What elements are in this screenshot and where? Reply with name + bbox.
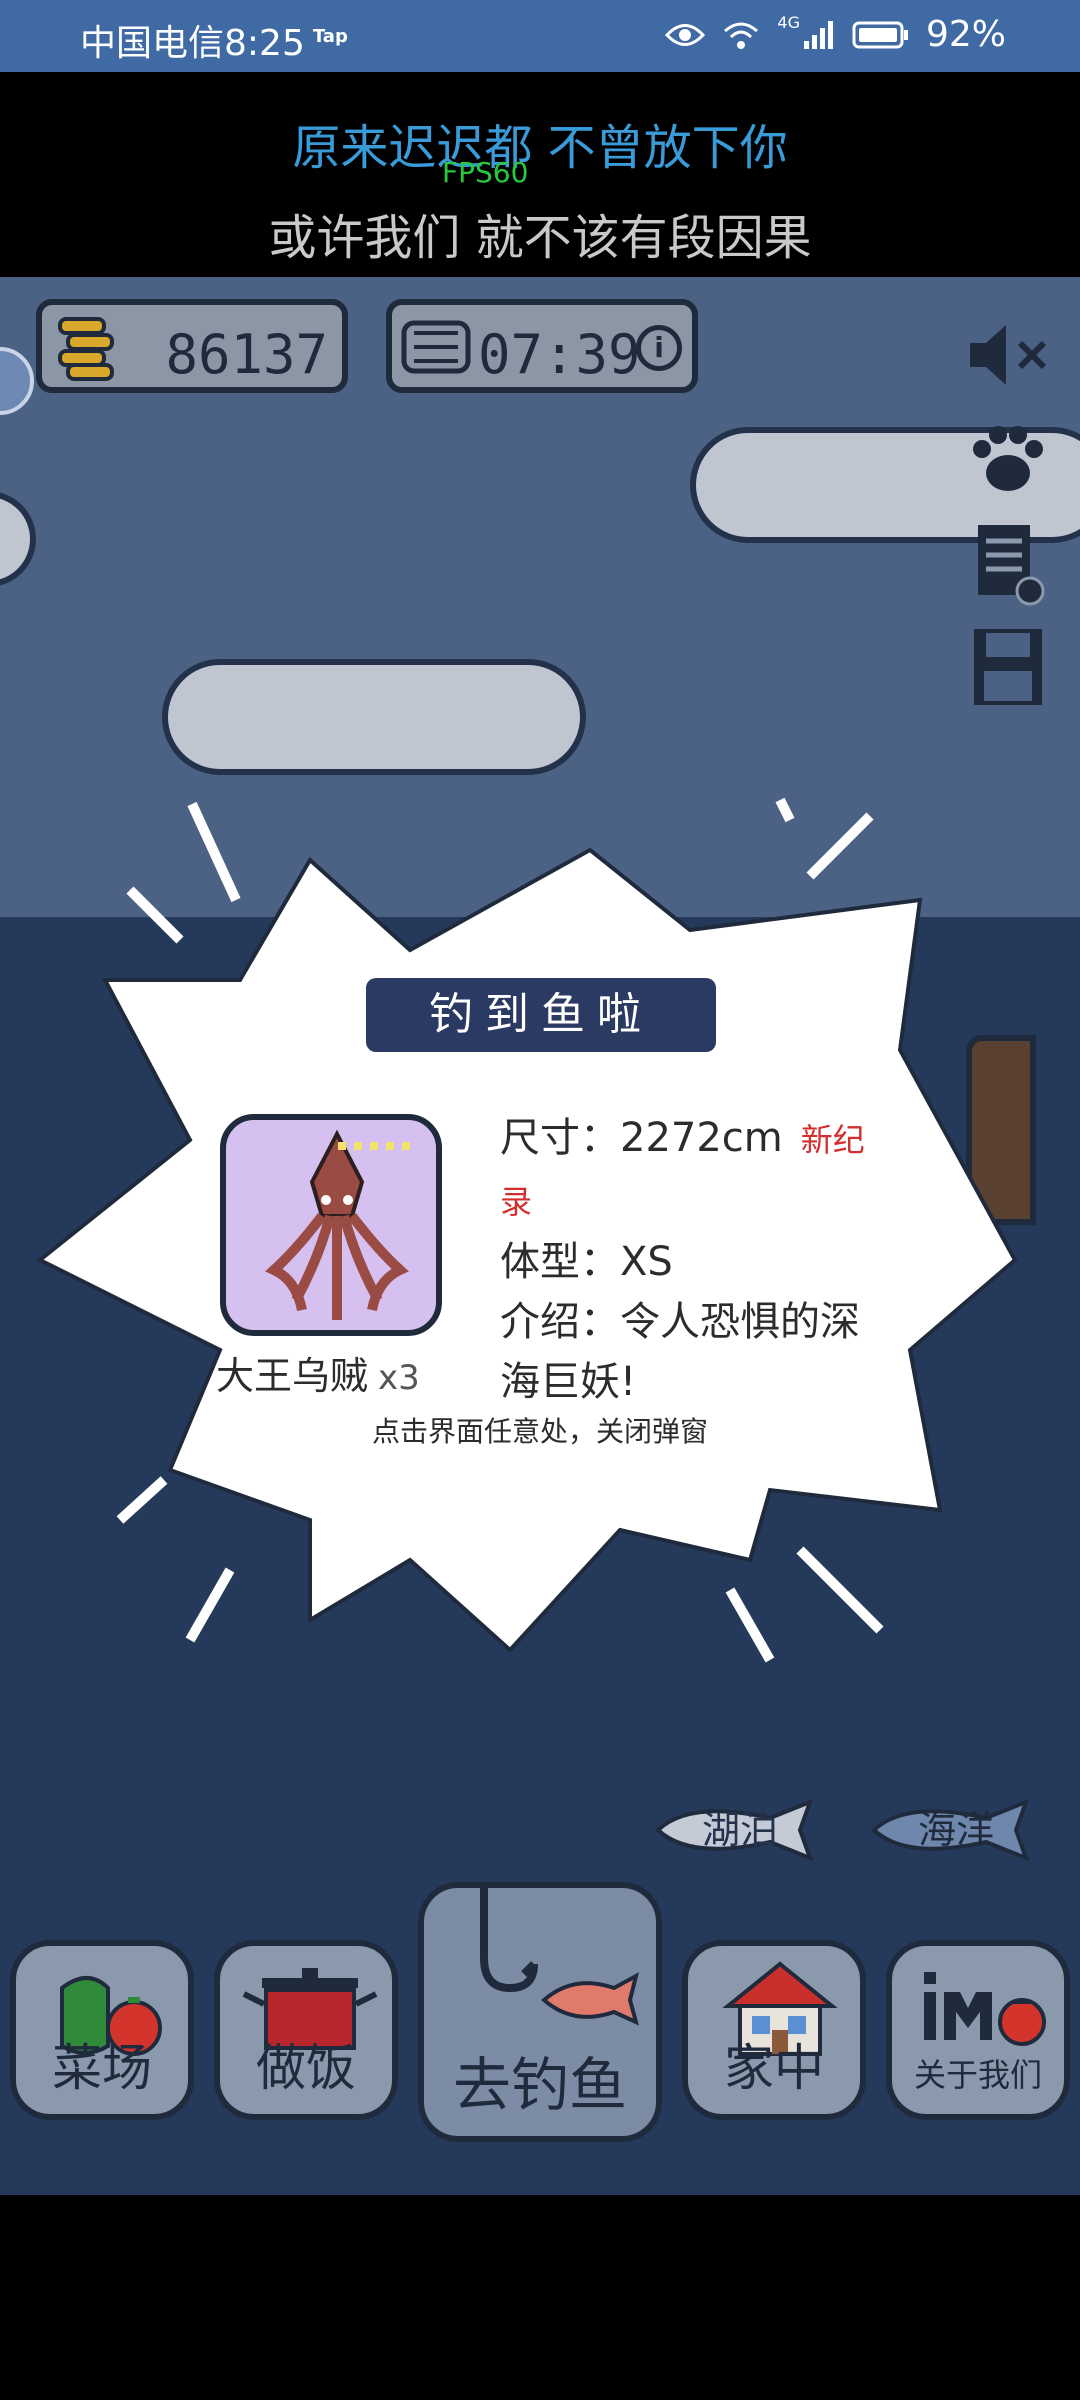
size-value: 2272cm [620,1115,783,1161]
new-record-badge: 新纪 [800,1121,865,1159]
cloud [0,491,36,587]
nav-fish-button[interactable]: 去钓鱼 [418,1882,662,2142]
status-right: 4G 92% [665,13,1006,55]
fish-name: 大王乌贼 [216,1354,369,1398]
lyric-line-next: 或许我们 就不该有段因果 [268,210,812,266]
sleep-button[interactable] [0,347,34,415]
nav-home-label: 家中 [724,2039,824,2097]
tab-lake[interactable]: 湖泊 [650,1798,830,1862]
fish-name-row: 大王乌贼 x3 [216,1345,420,1400]
close-hint: 点击界面任意处，关闭弹窗 [371,1415,708,1448]
carrier-time: 中国电信8:25 [80,23,305,64]
battery-percent: 92% [925,14,1006,55]
signal-icon [803,20,833,49]
body-row: 体型：XS [500,1232,880,1292]
body-label: 体型： [500,1239,620,1285]
cloud [162,659,586,775]
mute-icon[interactable] [960,307,1056,403]
status-left: 中国电信8:25 Tap [80,14,348,66]
intro-value-cont: 海巨妖! [500,1359,637,1405]
tap-indicator: Tap [312,26,348,47]
timer-counter[interactable]: 07:39 i [386,299,698,393]
tab-lake-label: 湖泊 [701,1808,778,1852]
hourglass-icon [401,320,471,374]
nav-cook-label: 做饭 [256,2039,356,2097]
fish-info: 尺寸：2272cm 新纪 录 体型：XS 介绍：令人恐惧的深 海巨妖! [500,1108,880,1412]
paw-icon[interactable] [960,411,1056,507]
coin-counter: 86137 [36,299,348,393]
status-bar: 中国电信8:25 Tap 4G 92% [0,0,1080,72]
nav-about-button[interactable]: 关于我们 [886,1940,1070,2120]
body-value: XS [620,1239,673,1285]
popup-title: 钓到鱼啦 [366,978,716,1052]
intro-row: 介绍：令人恐惧的深 [500,1292,880,1352]
about-icon [924,1972,1046,2046]
wifi-icon [724,22,759,49]
intro-cont-row: 海巨妖! [500,1352,880,1412]
size-row: 尺寸：2272cm 新纪 [500,1108,880,1170]
squid-icon [265,1129,410,1320]
nav-cook-button[interactable]: 做饭 [214,1940,398,2120]
fish-count: x3 [378,1358,420,1398]
log-icon[interactable] [960,515,1056,611]
fish-card [220,1114,442,1336]
nav-fish-label: 去钓鱼 [452,2051,627,2119]
nav-home-button[interactable]: 家中 [682,1940,866,2120]
size-label: 尺寸： [500,1115,620,1161]
nav-about-label: 关于我们 [913,2056,1042,2094]
side-menu [960,307,1060,723]
lyrics-overlay: 原来迟迟都 不曾放下你 FPS60 或许我们 就不该有段因果 [0,72,1080,277]
new-record-badge-cont: 录 [500,1183,533,1221]
battery-icon [852,21,908,48]
save-icon[interactable] [960,619,1056,715]
fps-counter: FPS60 [442,156,529,189]
coin-value: 86137 [165,323,328,386]
tab-ocean-label: 海洋 [917,1808,994,1852]
coins-icon [58,317,114,381]
intro-label: 介绍： [500,1299,620,1345]
new-record-cont-row: 录 [500,1170,880,1232]
info-icon[interactable]: i [636,325,682,371]
hook-fish-icon [480,1888,640,2026]
eye-icon [665,23,706,46]
nav-farm-label: 菜场 [52,2039,152,2097]
network-type: 4G [777,13,800,32]
intro-value: 令人恐惧的深 [620,1299,860,1345]
lyric-line-current: 原来迟迟都 不曾放下你 [292,120,788,176]
nav-farm-button[interactable]: 菜场 [10,1940,194,2120]
tab-ocean[interactable]: 海洋 [866,1798,1046,1862]
timer-value: 07:39 [478,323,641,386]
